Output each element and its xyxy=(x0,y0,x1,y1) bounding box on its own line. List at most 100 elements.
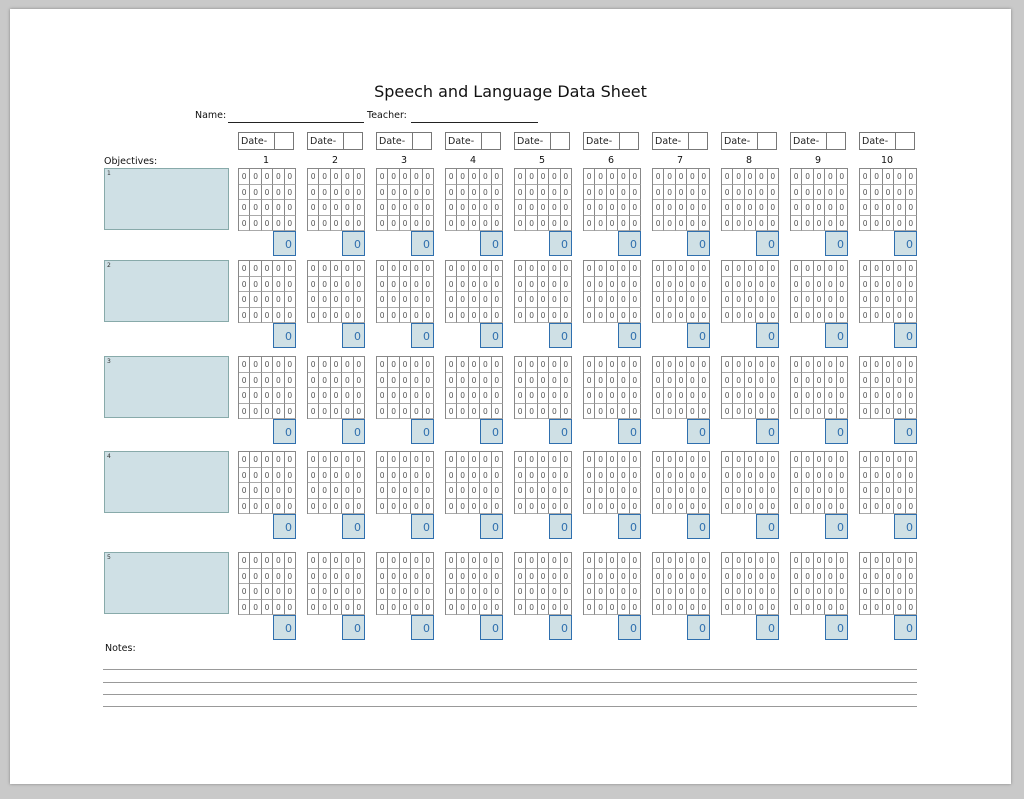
trial-cell[interactable]: 0 xyxy=(388,498,400,514)
trial-cell[interactable]: 0 xyxy=(388,184,400,200)
trial-cell[interactable]: 0 xyxy=(342,357,354,373)
trial-cell[interactable]: 0 xyxy=(537,184,550,200)
trial-cell[interactable]: 0 xyxy=(767,307,779,323)
trial-cell[interactable]: 0 xyxy=(653,599,665,615)
trial-cell[interactable]: 0 xyxy=(687,307,699,323)
trial-cell[interactable]: 0 xyxy=(549,584,561,600)
trial-cell[interactable]: 0 xyxy=(871,584,883,600)
trial-cell[interactable]: 0 xyxy=(618,292,630,308)
trial-cell[interactable]: 0 xyxy=(388,568,400,584)
trial-cell[interactable]: 0 xyxy=(675,184,688,200)
trial-cell[interactable]: 0 xyxy=(595,403,607,419)
trial-cell[interactable]: 0 xyxy=(330,498,343,514)
trial-cell[interactable]: 0 xyxy=(526,553,538,569)
objective-box[interactable]: 1 xyxy=(104,168,229,230)
trial-cell[interactable]: 0 xyxy=(698,169,710,185)
trial-cell[interactable]: 0 xyxy=(342,200,354,216)
trial-cell[interactable]: 0 xyxy=(261,372,274,388)
trial-cell[interactable]: 0 xyxy=(606,467,619,483)
trial-cell[interactable]: 0 xyxy=(446,553,458,569)
trial-cell[interactable]: 0 xyxy=(905,467,917,483)
trial-cell[interactable]: 0 xyxy=(767,215,779,231)
date-box[interactable]: Date- xyxy=(790,132,846,150)
trial-cell[interactable]: 0 xyxy=(629,388,641,404)
trial-cell[interactable]: 0 xyxy=(549,307,561,323)
trial-cell[interactable]: 0 xyxy=(261,467,274,483)
trial-cell[interactable]: 0 xyxy=(905,452,917,468)
trial-cell[interactable]: 0 xyxy=(399,215,412,231)
trial-cell[interactable]: 0 xyxy=(526,357,538,373)
trial-cell[interactable]: 0 xyxy=(756,307,768,323)
trial-cell[interactable]: 0 xyxy=(653,372,665,388)
trial-cell[interactable]: 0 xyxy=(330,184,343,200)
trial-cell[interactable]: 0 xyxy=(273,184,285,200)
trial-cell[interactable]: 0 xyxy=(802,169,814,185)
trial-cell[interactable]: 0 xyxy=(284,599,296,615)
trial-cell[interactable]: 0 xyxy=(377,498,389,514)
trial-cell[interactable]: 0 xyxy=(342,292,354,308)
trial-cell[interactable]: 0 xyxy=(698,184,710,200)
trial-cell[interactable]: 0 xyxy=(308,452,320,468)
trial-cell[interactable]: 0 xyxy=(860,307,872,323)
trial-cell[interactable]: 0 xyxy=(261,215,274,231)
trial-cell[interactable]: 0 xyxy=(250,403,262,419)
trial-cell[interactable]: 0 xyxy=(584,388,596,404)
date-input[interactable] xyxy=(689,133,707,149)
trial-cell[interactable]: 0 xyxy=(733,200,745,216)
trial-cell[interactable]: 0 xyxy=(457,584,469,600)
trial-cell[interactable]: 0 xyxy=(422,568,434,584)
trial-cell[interactable]: 0 xyxy=(871,483,883,499)
trial-cell[interactable]: 0 xyxy=(560,261,572,277)
trial-cell[interactable]: 0 xyxy=(515,169,527,185)
trial-cell[interactable]: 0 xyxy=(653,553,665,569)
trial-cell[interactable]: 0 xyxy=(457,307,469,323)
trial-cell[interactable]: 0 xyxy=(664,184,676,200)
trial-cell[interactable]: 0 xyxy=(537,388,550,404)
trial-cell[interactable]: 0 xyxy=(411,553,423,569)
trial-cell[interactable]: 0 xyxy=(491,357,503,373)
trial-cell[interactable]: 0 xyxy=(261,200,274,216)
trial-cell[interactable]: 0 xyxy=(687,200,699,216)
trial-cell[interactable]: 0 xyxy=(675,215,688,231)
trial-cell[interactable]: 0 xyxy=(629,169,641,185)
trial-cell[interactable]: 0 xyxy=(422,388,434,404)
trial-cell[interactable]: 0 xyxy=(411,292,423,308)
trial-cell[interactable]: 0 xyxy=(537,599,550,615)
trial-cell[interactable]: 0 xyxy=(791,498,803,514)
trial-cell[interactable]: 0 xyxy=(825,276,837,292)
trial-cell[interactable]: 0 xyxy=(560,184,572,200)
trial-cell[interactable]: 0 xyxy=(791,467,803,483)
trial-cell[interactable]: 0 xyxy=(698,200,710,216)
trial-cell[interactable]: 0 xyxy=(399,357,412,373)
trial-cell[interactable]: 0 xyxy=(756,276,768,292)
trial-cell[interactable]: 0 xyxy=(894,307,906,323)
trial-cell[interactable]: 0 xyxy=(308,372,320,388)
trial-cell[interactable]: 0 xyxy=(722,261,734,277)
trial-cell[interactable]: 0 xyxy=(515,599,527,615)
trial-cell[interactable]: 0 xyxy=(261,388,274,404)
trial-cell[interactable]: 0 xyxy=(836,292,848,308)
trial-cell[interactable]: 0 xyxy=(813,357,826,373)
trial-cell[interactable]: 0 xyxy=(319,568,331,584)
trial-cell[interactable]: 0 xyxy=(353,483,365,499)
trial-cell[interactable]: 0 xyxy=(399,169,412,185)
trial-cell[interactable]: 0 xyxy=(698,307,710,323)
trial-cell[interactable]: 0 xyxy=(250,276,262,292)
trial-cell[interactable]: 0 xyxy=(284,307,296,323)
trial-cell[interactable]: 0 xyxy=(825,568,837,584)
trial-cell[interactable]: 0 xyxy=(250,215,262,231)
trial-cell[interactable]: 0 xyxy=(595,553,607,569)
notes-line[interactable] xyxy=(103,682,917,683)
trial-cell[interactable]: 0 xyxy=(308,403,320,419)
trial-cell[interactable]: 0 xyxy=(330,452,343,468)
trial-cell[interactable]: 0 xyxy=(537,307,550,323)
trial-cell[interactable]: 0 xyxy=(388,388,400,404)
trial-cell[interactable]: 0 xyxy=(905,498,917,514)
trial-cell[interactable]: 0 xyxy=(468,261,481,277)
trial-cell[interactable]: 0 xyxy=(584,184,596,200)
trial-cell[interactable]: 0 xyxy=(549,215,561,231)
trial-cell[interactable]: 0 xyxy=(825,184,837,200)
trial-cell[interactable]: 0 xyxy=(239,357,251,373)
trial-cell[interactable]: 0 xyxy=(733,483,745,499)
trial-cell[interactable]: 0 xyxy=(675,261,688,277)
